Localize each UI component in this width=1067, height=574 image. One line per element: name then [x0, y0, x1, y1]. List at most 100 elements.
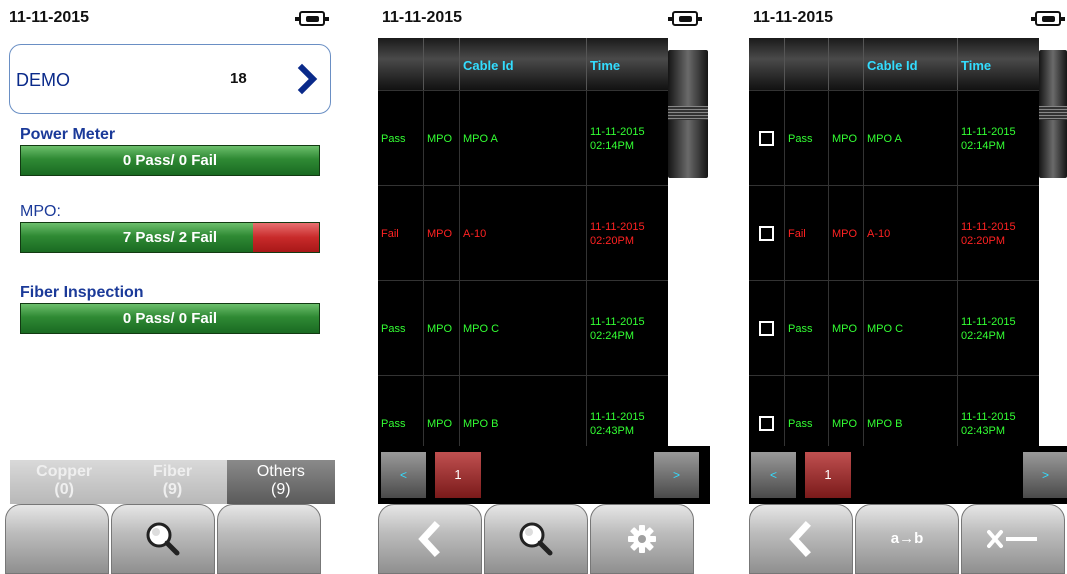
next-page-button[interactable]: >	[1023, 452, 1067, 498]
cable-id-column-header[interactable]: Cable Id	[459, 38, 586, 90]
search-button[interactable]	[111, 504, 215, 574]
row-checkbox[interactable]	[759, 131, 774, 146]
scroll-thumb[interactable]	[1039, 50, 1067, 178]
row-cable-id: MPO C	[863, 281, 957, 376]
prev-page-button[interactable]: <	[381, 452, 426, 498]
fiber-inspection-label: Fiber Inspection	[20, 284, 144, 301]
table-row[interactable]: Pass MPO MPO C 11-11-2015 02:24PM	[749, 280, 1039, 376]
table-row[interactable]: Pass MPO MPO A 11-11-2015 02:14PM	[378, 90, 668, 186]
row-checkbox[interactable]	[759, 321, 774, 336]
table-row[interactable]: Pass MPO MPO B 11-11-2015 02:43PM	[749, 375, 1039, 446]
table-row[interactable]: Pass MPO MPO C 11-11-2015 02:24PM	[378, 280, 668, 376]
results-table: Cable Id Time Pass MPO MPO A 11-11-2015 02:1…	[749, 38, 1039, 446]
softkey-bar	[378, 504, 694, 574]
row-type: MPO	[423, 186, 459, 281]
mpo-bar[interactable]: 7 Pass/ 2 Fail	[20, 222, 320, 253]
fiber-inspection-bar[interactable]: 0 Pass/ 0 Fail	[20, 303, 320, 334]
power-meter-status: 0 Pass/ 0 Fail	[122, 152, 218, 169]
table-row[interactable]: Pass MPO MPO A 11-11-2015 02:14PM	[749, 90, 1039, 186]
page-number[interactable]: 1	[435, 452, 481, 498]
row-time: 02:20PM	[590, 234, 635, 247]
row-time: 02:43PM	[590, 424, 635, 437]
tab-others[interactable]: Others (9)	[226, 460, 335, 504]
summary-screen: 11-11-2015 DEMO 18 Power Meter 0 Pass/ 0…	[5, 0, 337, 574]
pager: < 1 >	[749, 446, 1067, 504]
tab-copper[interactable]: Copper (0)	[10, 460, 119, 504]
time-column-header[interactable]: Time	[957, 38, 1039, 90]
back-button[interactable]	[378, 504, 482, 574]
power-meter-label: Power Meter	[20, 126, 116, 143]
softkey-right-button[interactable]	[217, 504, 321, 574]
row-type: MPO	[828, 376, 863, 446]
power-meter-bar[interactable]: 0 Pass/ 0 Fail	[20, 145, 320, 176]
table-row[interactable]: Fail MPO A-10 11-11-2015 02:20PM	[749, 185, 1039, 281]
rename-icon: a→b	[890, 530, 924, 547]
row-type: MPO	[423, 376, 459, 446]
status-date: 11-11-2015	[382, 9, 463, 26]
chevron-right-icon[interactable]	[293, 63, 321, 95]
delete-button[interactable]	[961, 504, 1065, 574]
status-date: 11-11-2015	[753, 9, 834, 26]
row-date: 11-11-2015	[961, 315, 1016, 328]
scrollbar[interactable]	[1039, 38, 1067, 446]
row-type: MPO	[828, 281, 863, 376]
row-result: Pass	[381, 417, 406, 430]
row-time: 02:24PM	[590, 329, 635, 342]
row-time: 02:14PM	[590, 139, 635, 152]
back-button[interactable]	[749, 504, 853, 574]
row-timestamp: 11-11-2015 02:43PM	[586, 376, 668, 446]
table-header: Cable Id Time	[378, 38, 668, 90]
row-date: 11-11-2015	[961, 125, 1016, 138]
row-cable-id: MPO B	[863, 376, 957, 446]
row-timestamp: 11-11-2015 02:20PM	[586, 186, 668, 281]
delete-icon	[987, 530, 1037, 548]
tab-fiber-count: (9)	[162, 481, 183, 498]
project-count: 18	[230, 70, 247, 87]
next-page-button[interactable]: >	[654, 452, 699, 498]
row-date: 11-11-2015	[590, 220, 645, 233]
page-number[interactable]: 1	[805, 452, 851, 498]
results-table: Cable Id Time Pass MPO MPO A 11-11-2015 02:1…	[378, 38, 668, 446]
row-type: MPO	[828, 91, 863, 186]
row-result: Fail	[381, 227, 399, 240]
table-row[interactable]: Fail MPO A-10 11-11-2015 02:20PM	[378, 185, 668, 281]
softkey-bar: a→b	[749, 504, 1065, 574]
row-timestamp: 11-11-2015 02:14PM	[586, 91, 668, 186]
cable-id-column-header[interactable]: Cable Id	[863, 38, 957, 90]
prev-page-button[interactable]: <	[751, 452, 796, 498]
search-icon	[519, 522, 553, 556]
row-time: 02:14PM	[961, 139, 1006, 152]
row-time: 02:20PM	[961, 234, 1006, 247]
scroll-thumb[interactable]	[668, 50, 708, 178]
row-checkbox[interactable]	[759, 226, 774, 241]
settings-button[interactable]	[590, 504, 694, 574]
project-card[interactable]: DEMO 18	[9, 44, 331, 114]
tab-copper-count: (0)	[54, 481, 74, 498]
row-type: MPO	[423, 281, 459, 376]
tab-fiber[interactable]: Fiber (9)	[118, 460, 227, 504]
row-time: 02:24PM	[961, 329, 1006, 342]
time-column-header[interactable]: Time	[586, 38, 668, 90]
row-date: 11-11-2015	[961, 220, 1016, 233]
rename-button[interactable]: a→b	[855, 504, 959, 574]
row-date: 11-11-2015	[590, 315, 645, 328]
status-bar: 11-11-2015	[378, 0, 710, 38]
search-button[interactable]	[484, 504, 588, 574]
tab-others-label: Others	[256, 463, 305, 480]
gear-icon	[628, 525, 656, 553]
mpo-status: 7 Pass/ 2 Fail	[122, 229, 218, 246]
table-row[interactable]: Pass MPO MPO B 11-11-2015 02:43PM	[378, 375, 668, 446]
softkey-left-button[interactable]	[5, 504, 109, 574]
row-result: Pass	[784, 91, 828, 186]
battery-icon	[295, 11, 329, 26]
row-result: Pass	[381, 322, 406, 335]
battery-icon	[1031, 11, 1065, 26]
row-checkbox[interactable]	[759, 416, 774, 431]
row-result: Pass	[381, 132, 406, 145]
scrollbar[interactable]	[668, 38, 708, 446]
fiber-inspection-status: 0 Pass/ 0 Fail	[122, 310, 218, 327]
tab-fiber-label: Fiber	[152, 463, 193, 480]
status-bar: 11-11-2015	[5, 0, 337, 38]
back-icon	[418, 521, 440, 557]
tab-others-count: (9)	[271, 481, 291, 498]
